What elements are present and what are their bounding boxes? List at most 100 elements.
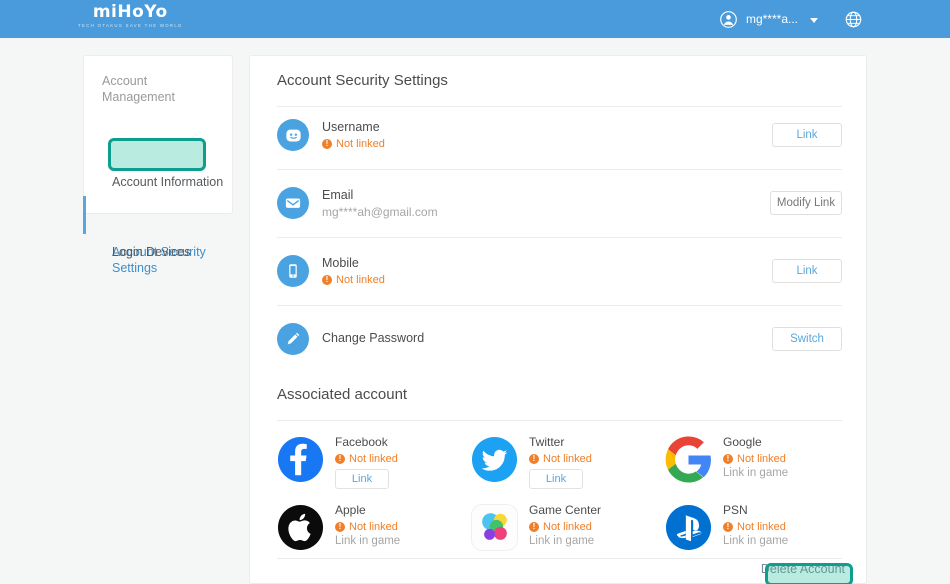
status-text: Not linked [336,138,385,150]
warning-icon: ! [529,454,539,464]
sidebar-highlight-annotation [108,138,206,171]
account-name: Twitter [529,435,565,449]
associated-account-body: Facebook ! Not linked Link [335,434,465,489]
sidebar-section-title: Account Management [102,73,202,105]
status-text: Not linked [543,521,592,533]
account-name: Facebook [335,435,388,449]
switch-password-button[interactable]: Switch [772,327,842,351]
divider [277,305,842,306]
twitter-icon [471,436,518,483]
status-badge: ! Not linked [335,452,465,466]
security-row-email: Email mg****ah@gmail.com Modify Link [277,177,842,237]
associated-account-facebook: Facebook ! Not linked Link [277,428,467,496]
google-icon [665,436,712,483]
security-row-mobile: Mobile ! Not linked Link [277,245,842,305]
warning-icon: ! [322,275,332,285]
logo-text: miHoYo [92,2,168,22]
associated-account-body: PSN ! Not linked Link in game [723,502,853,549]
status-badge: ! Not linked [529,520,659,534]
security-row-text: Mobile ! Not linked [322,255,385,287]
associated-account-apple: Apple ! Not linked Link in game [277,496,467,564]
sidebar-title-line1: Account [102,74,148,88]
delete-account-button[interactable]: Delete Account [761,561,845,578]
status-badge: ! Not linked [322,273,385,287]
associated-account-body: Twitter ! Not linked Link [529,434,659,489]
warning-icon: ! [335,522,345,532]
link-twitter-button[interactable]: Link [529,469,583,489]
link-in-game-note: Link in game [723,535,789,547]
sidebar-item-label: Login Devices [112,245,191,259]
link-username-button[interactable]: Link [772,123,842,147]
user-avatar-icon [720,10,737,28]
associated-account-body: Google ! Not linked Link in game [723,434,853,481]
mihoyo-logo[interactable]: miHoYo TECH OTAKUS SAVE THE WORLD [78,2,183,29]
page-root: miHoYo TECH OTAKUS SAVE THE WORLD mg****… [0,0,950,584]
user-name-label[interactable]: mg****a... [746,12,798,26]
status-badge: ! Not linked [723,520,853,534]
divider [277,420,842,421]
row-label: Mobile [322,256,359,270]
sidebar-item-label: Account Information [112,175,224,189]
associated-account-google: Google ! Not linked Link in game [665,428,855,496]
link-mobile-button[interactable]: Link [772,259,842,283]
warning-icon: ! [529,522,539,532]
status-badge: ! Not linked [322,137,385,151]
status-badge: ! Not linked [529,452,659,466]
link-in-game-note: Link in game [529,535,595,547]
active-item-accent-bar [83,196,86,234]
associated-account-body: Game Center ! Not linked Link in game [529,502,659,549]
row-label: Username [322,120,380,134]
associated-account-body: Apple ! Not linked Link in game [335,502,465,549]
status-text: Not linked [737,453,786,465]
status-text: Not linked [737,521,786,533]
security-row-text: Username ! Not linked [322,119,385,151]
sidebar-item-label-line2: Settings [112,261,158,275]
main-content-card: Account Security Settings Username ! Not… [249,55,867,584]
warning-icon: ! [723,454,733,464]
sidebar-title-line2: Management [102,90,175,104]
associated-account-title: Associated account [277,386,408,403]
account-name: PSN [723,503,748,517]
divider [277,106,842,107]
divider [277,169,842,170]
psn-icon [665,504,712,551]
chevron-down-icon[interactable] [810,17,818,23]
email-value: mg****ah@gmail.com [322,205,438,219]
header-right-group: mg****a... [720,0,862,38]
status-text: Not linked [349,521,398,533]
link-in-game-note: Link in game [723,467,789,479]
sidebar-nav: Account Management Account Information A… [83,55,234,275]
status-text: Not linked [336,274,385,286]
account-name: Google [723,435,762,449]
row-label: Change Password [322,331,425,345]
divider [277,237,842,238]
status-text: Not linked [543,453,592,465]
associated-account-twitter: Twitter ! Not linked Link [471,428,661,496]
mobile-phone-icon [277,255,309,287]
warning-icon: ! [335,454,345,464]
envelope-icon [277,187,309,219]
row-label: Email [322,188,354,202]
game-center-icon [471,504,518,551]
sidebar-item-account-information[interactable]: Account Information [84,174,234,190]
security-row-username: Username ! Not linked Link [277,109,842,169]
warning-icon: ! [322,139,332,149]
account-name: Game Center [529,503,602,517]
sidebar-item-login-devices[interactable]: Login Devices [84,244,234,260]
associated-account-game-center: Game Center ! Not linked Link in game [471,496,661,564]
link-in-game-note: Link in game [335,535,401,547]
associated-account-psn: PSN ! Not linked Link in game [665,496,855,564]
security-row-text: Email mg****ah@gmail.com [322,187,438,221]
link-facebook-button[interactable]: Link [335,469,389,489]
security-row-change-password: Change Password Switch [277,313,842,373]
site-header: miHoYo TECH OTAKUS SAVE THE WORLD mg****… [0,0,950,38]
account-name: Apple [335,503,366,517]
smiley-face-icon [277,119,309,151]
warning-icon: ! [723,522,733,532]
status-badge: ! Not linked [335,520,465,534]
security-row-text: Change Password [322,330,424,346]
modify-email-link-button[interactable]: Modify Link [770,191,842,215]
globe-icon[interactable] [827,11,862,28]
page-title: Account Security Settings [277,72,448,89]
divider [277,558,842,559]
